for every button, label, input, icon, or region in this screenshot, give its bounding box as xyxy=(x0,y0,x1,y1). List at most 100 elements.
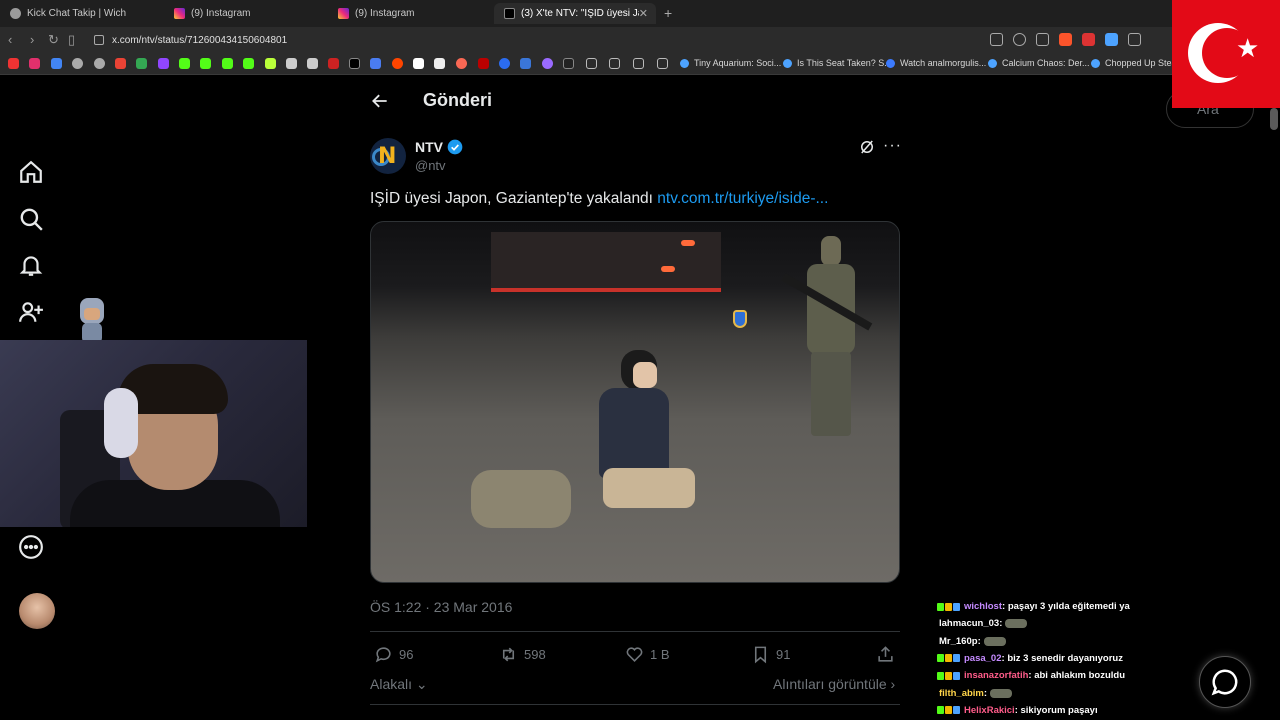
folder-icon[interactable] xyxy=(657,58,668,69)
bookmark-icon[interactable] xyxy=(413,58,424,69)
more-options-icon[interactable]: ··· xyxy=(883,137,902,155)
chat-username[interactable]: pasa_02 xyxy=(964,653,1002,664)
zoom-icon[interactable] xyxy=(1013,33,1026,46)
extension-icon[interactable] xyxy=(1105,33,1118,46)
close-tab-icon[interactable]: ✕ xyxy=(639,7,648,20)
patreon-bookmark-icon[interactable] xyxy=(456,58,467,69)
repost-button[interactable]: 598 xyxy=(499,645,546,664)
reload-button[interactable]: ↻ xyxy=(48,32,59,48)
scrollbar-thumb[interactable] xyxy=(1270,108,1278,130)
bookmark-icon[interactable] xyxy=(434,58,445,69)
site-info-icon[interactable] xyxy=(94,35,104,45)
view-quotes-link[interactable]: Alıntıları görüntüle › xyxy=(773,676,895,692)
bookmark-chopped-up[interactable]: Chopped Up Steam xyxy=(1091,58,1184,68)
new-tab-button[interactable]: + xyxy=(664,5,672,21)
share-icon xyxy=(878,646,893,662)
url-bar[interactable]: x.com/ntv/status/712600434150604801 xyxy=(86,30,986,50)
reply-button[interactable]: 96 xyxy=(374,645,413,664)
bookmark-icon[interactable] xyxy=(51,58,62,69)
bookmark-icon[interactable] xyxy=(499,58,510,69)
instagram-icon xyxy=(174,8,185,19)
drive-bookmark-icon[interactable] xyxy=(136,58,147,69)
chat-text: : xyxy=(977,635,981,647)
tab-instagram-2[interactable]: (9) Instagram xyxy=(328,3,490,24)
chat-emote-icon xyxy=(990,688,1013,698)
bookmark-seat-taken[interactable]: Is This Seat Taken? S... xyxy=(783,58,892,68)
tab-x-ntv[interactable]: (3) X'te NTV: "IŞİD üyesi Japon, G ✕ xyxy=(494,3,656,24)
home-icon[interactable] xyxy=(18,159,44,185)
author-avatar[interactable]: N xyxy=(370,138,406,174)
relevance-dropdown[interactable]: Alakalı ⌄ xyxy=(370,676,428,693)
instagram-bookmark-icon[interactable] xyxy=(29,58,40,69)
extension-icon[interactable] xyxy=(1128,33,1141,46)
chat-username[interactable]: wichlost xyxy=(964,601,1002,612)
chat-username[interactable]: HelixRakici xyxy=(964,705,1015,716)
anchor-bookmark-icon[interactable] xyxy=(286,58,297,69)
bookmark-page-icon[interactable]: ▯ xyxy=(68,32,75,48)
x-bookmark-icon[interactable] xyxy=(349,58,360,69)
bookmark-tiny-aquarium[interactable]: Tiny Aquarium: Soci... xyxy=(680,58,781,68)
brave-shield-icon[interactable] xyxy=(1059,33,1072,46)
folder-icon[interactable] xyxy=(609,58,620,69)
chat-fab-button[interactable] xyxy=(1199,656,1251,708)
bookmark-icon[interactable] xyxy=(478,58,489,69)
bookmark-label: Tiny Aquarium: Soci... xyxy=(694,58,782,68)
folder-icon[interactable] xyxy=(633,58,644,69)
bookmark-calcium-chaos[interactable]: Calcium Chaos: Der... xyxy=(988,58,1090,68)
search-icon[interactable] xyxy=(18,206,44,232)
folder-icon[interactable] xyxy=(586,58,597,69)
forward-button[interactable]: › xyxy=(30,32,34,47)
reddit-bookmark-icon[interactable] xyxy=(392,58,403,69)
like-button[interactable]: 1 B xyxy=(625,645,670,664)
kick-bookmark-icon[interactable] xyxy=(200,58,211,69)
back-button[interactable]: ‹ xyxy=(8,32,12,47)
grok-icon[interactable] xyxy=(858,138,876,156)
tab-instagram-1[interactable]: (9) Instagram xyxy=(164,3,326,24)
account-avatar[interactable] xyxy=(19,593,55,629)
chat-username[interactable]: Mr_160p xyxy=(939,636,978,647)
bookmark-button[interactable]: 91 xyxy=(751,645,790,664)
man-jacket xyxy=(599,388,669,478)
youtube-bookmark-icon[interactable] xyxy=(8,58,19,69)
bookmark-icon[interactable] xyxy=(370,58,381,69)
tweet-timestamp[interactable]: ÖS 1:22 · 23 Mar 2016 xyxy=(370,599,512,615)
cast-icon[interactable] xyxy=(990,33,1003,46)
url-text: x.com/ntv/status/712600434150604801 xyxy=(112,34,288,46)
chat-username[interactable]: lahmacun_03 xyxy=(939,618,999,629)
notifications-icon[interactable] xyxy=(18,252,44,278)
share-icon[interactable] xyxy=(1036,33,1049,46)
author-name[interactable]: NTV xyxy=(415,139,443,155)
kick-bookmark-icon[interactable] xyxy=(243,58,254,69)
chevron-down-icon: ⌄ xyxy=(412,676,428,692)
chat-message: filth_abim : xyxy=(937,685,1013,702)
ntv-logo-letter: N xyxy=(378,144,397,169)
bookmark-icon[interactable] xyxy=(328,58,339,69)
twitch-bookmark-icon[interactable] xyxy=(158,58,169,69)
chat-badge-icon xyxy=(945,602,952,611)
back-arrow-icon[interactable] xyxy=(370,91,390,111)
verified-badge-icon xyxy=(447,139,463,155)
tweet-link[interactable]: ntv.com.tr/turkiye/iside-... xyxy=(657,190,828,207)
globe-bookmark-icon[interactable] xyxy=(94,58,105,69)
chat-badge-icon xyxy=(937,706,944,715)
chat-badge-icon xyxy=(945,706,952,715)
more-circle-icon[interactable] xyxy=(18,534,44,560)
extension-icon[interactable] xyxy=(1082,33,1095,46)
bookmark-icon[interactable] xyxy=(265,58,276,69)
kick-bookmark-icon[interactable] xyxy=(222,58,233,69)
follow-icon[interactable] xyxy=(18,299,44,325)
chat-username[interactable]: filth_abim xyxy=(939,688,984,699)
gmail-bookmark-icon[interactable] xyxy=(115,58,126,69)
kick-bookmark-icon[interactable] xyxy=(179,58,190,69)
bookmark-icon[interactable] xyxy=(307,58,318,69)
tweet-photo[interactable] xyxy=(370,221,900,583)
bookmark-watch[interactable]: Watch analmorgulis... xyxy=(886,58,986,68)
globe-bookmark-icon[interactable] xyxy=(72,58,83,69)
tab-kick-chat[interactable]: Kick Chat Takip | Wich xyxy=(0,3,162,24)
chat-username[interactable]: insanazorfatih xyxy=(964,670,1028,681)
author-handle[interactable]: @ntv xyxy=(415,158,446,173)
bookmark-icon[interactable] xyxy=(563,58,574,69)
bookmark-icon[interactable] xyxy=(520,58,531,69)
bookmark-icon[interactable] xyxy=(542,58,553,69)
share-button[interactable] xyxy=(876,645,901,664)
